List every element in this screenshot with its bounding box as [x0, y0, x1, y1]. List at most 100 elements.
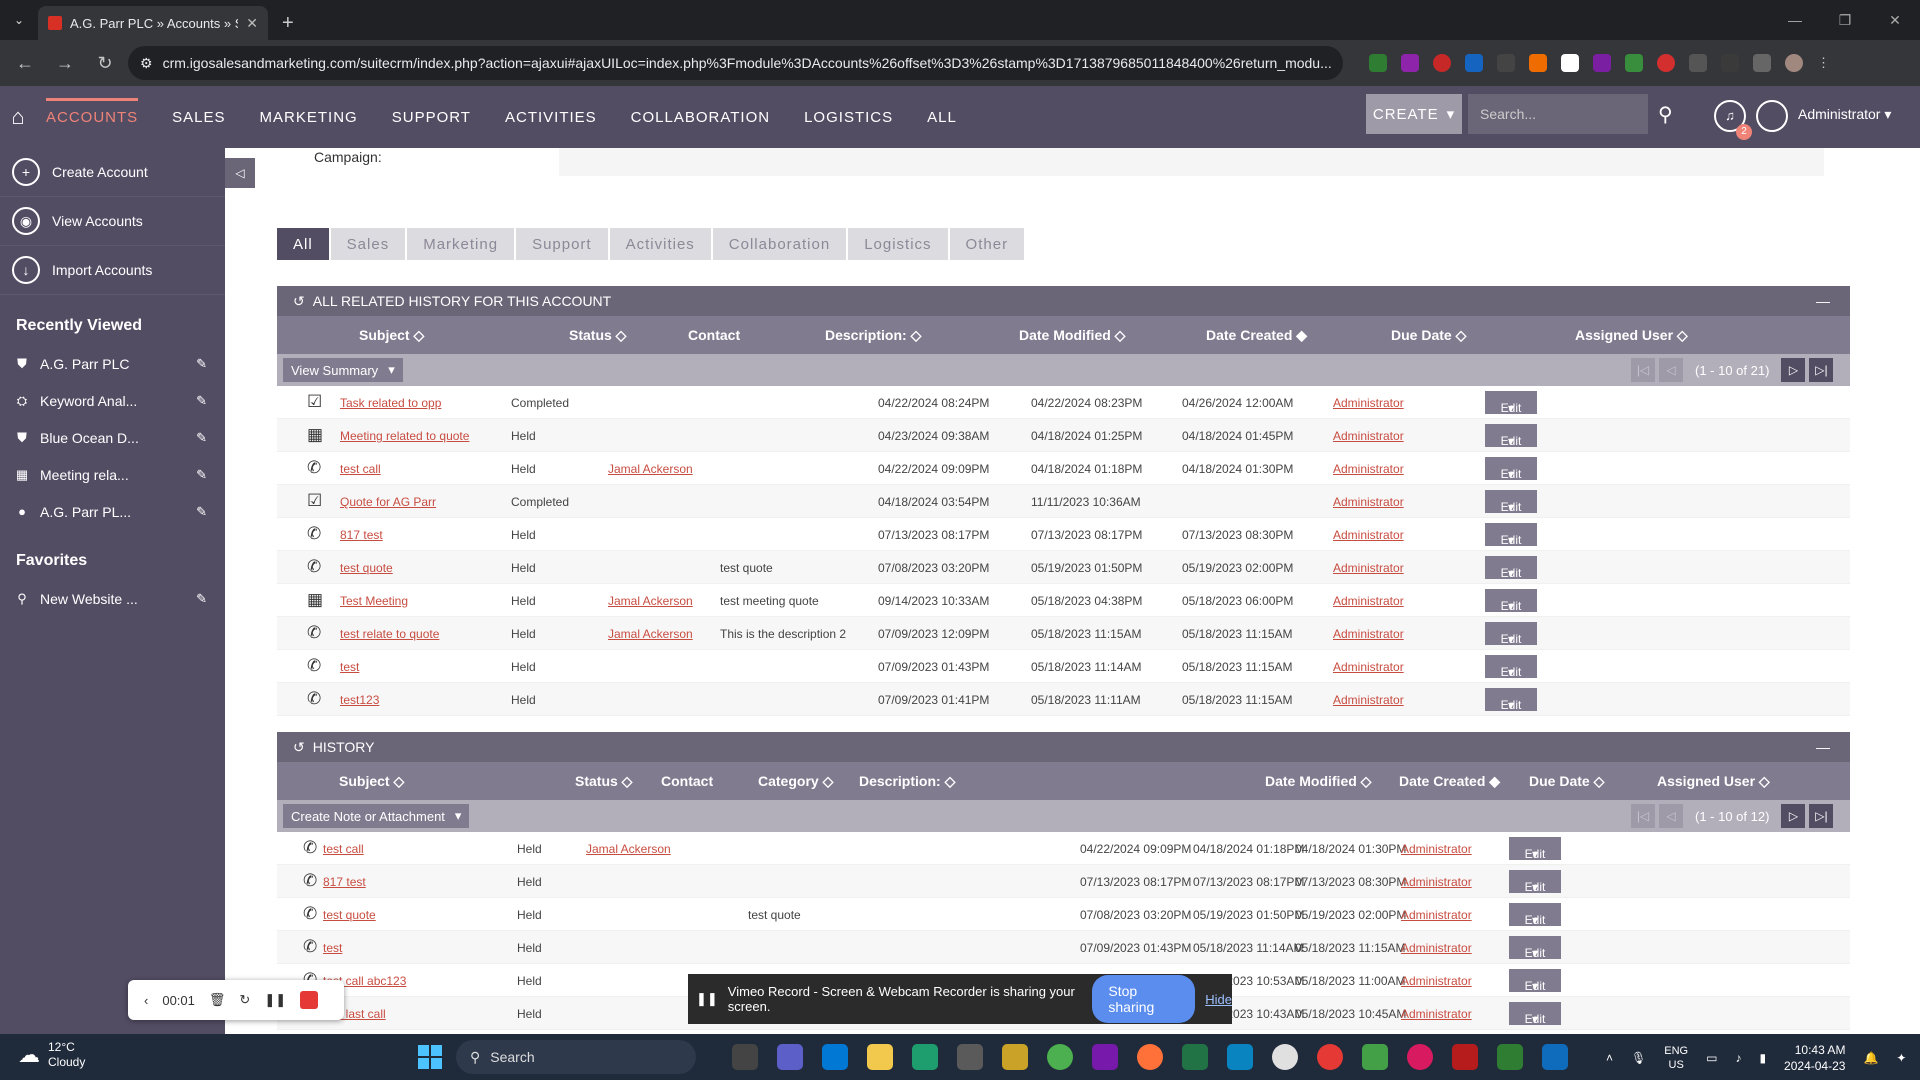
edit-button[interactable]: Edit ▾: [1485, 688, 1537, 712]
nav-all[interactable]: ALL: [927, 109, 957, 126]
col-assigned-user[interactable]: Assigned User ◇: [1575, 327, 1688, 344]
assigned-user-link[interactable]: Administrator: [1333, 396, 1404, 410]
subtab-all[interactable]: All: [277, 228, 329, 260]
subject-link[interactable]: test quote: [340, 561, 393, 575]
nav-accounts[interactable]: ACCOUNTS: [46, 97, 139, 126]
subject-link[interactable]: test: [340, 660, 359, 674]
stop-sharing-button[interactable]: Stop sharing: [1092, 975, 1196, 1023]
folder-icon[interactable]: [1002, 1044, 1028, 1070]
extension-icon[interactable]: [1401, 54, 1419, 72]
media-icon[interactable]: [957, 1044, 983, 1070]
language-indicator[interactable]: ENG US: [1664, 1044, 1688, 1072]
network-icon[interactable]: ▭: [1706, 1051, 1717, 1065]
subject-link[interactable]: test123: [340, 693, 379, 707]
contact-link[interactable]: Jamal Ackerson: [608, 594, 693, 608]
recent-item[interactable]: ⛊ A.G. Parr PLC ✎: [0, 345, 225, 382]
pencil-icon[interactable]: ✎: [196, 591, 207, 607]
search-input[interactable]: Search...: [1468, 94, 1648, 134]
pencil-icon[interactable]: ✎: [196, 467, 207, 483]
sidebar-import-accounts[interactable]: ↓ Import Accounts: [0, 246, 225, 295]
outlook-icon[interactable]: [1542, 1044, 1568, 1070]
task-view-icon[interactable]: [732, 1044, 758, 1070]
tab-search-button[interactable]: ⌄: [0, 0, 38, 40]
subtab-collaboration[interactable]: Collaboration: [712, 228, 847, 260]
subject-link[interactable]: Quote for AG Parr: [340, 495, 436, 509]
pencil-icon[interactable]: ✎: [196, 356, 207, 372]
subject-link[interactable]: Meeting related to quote: [340, 429, 469, 443]
hide-button[interactable]: Hide: [1205, 992, 1232, 1007]
ea-icon[interactable]: [1317, 1044, 1343, 1070]
new-tab-button[interactable]: +: [268, 6, 308, 40]
assigned-user-link[interactable]: Administrator: [1333, 429, 1404, 443]
col-assigned-user[interactable]: Assigned User ◇: [1657, 773, 1770, 790]
col-due-date[interactable]: Due Date ◇: [1529, 773, 1604, 790]
subtab-marketing[interactable]: Marketing: [407, 228, 515, 260]
col-date-created[interactable]: Date Created ◆: [1206, 327, 1307, 344]
contact-link[interactable]: Jamal Ackerson: [608, 462, 693, 476]
next-page-button[interactable]: ▷: [1781, 804, 1806, 828]
contact-link[interactable]: Jamal Ackerson: [586, 842, 671, 856]
profile-avatar[interactable]: [1785, 54, 1803, 72]
sidebar-collapse-button[interactable]: ◁: [225, 158, 255, 188]
address-bar[interactable]: ⚙ crm.igosalesandmarketing.com/suitecrm/…: [128, 46, 1343, 80]
subject-link[interactable]: test quote: [323, 908, 376, 922]
home-icon[interactable]: ⌂: [0, 86, 36, 148]
view-summary-button[interactable]: View Summary ▾: [283, 358, 403, 382]
subject-link[interactable]: test call: [340, 462, 381, 476]
edit-button[interactable]: Edit ▾: [1509, 936, 1561, 960]
next-page-button[interactable]: ▷: [1781, 358, 1806, 382]
edit-button[interactable]: Edit ▾: [1485, 556, 1537, 580]
minimize-button[interactable]: —: [1770, 12, 1820, 28]
extension-icon[interactable]: [1433, 54, 1451, 72]
pencil-icon[interactable]: ✎: [196, 430, 207, 446]
col-category[interactable]: Category ◇: [758, 773, 833, 790]
extension-icon[interactable]: [1561, 54, 1579, 72]
assigned-user-link[interactable]: Administrator: [1333, 660, 1404, 674]
col-date-modified[interactable]: Date Modified ◇: [1265, 773, 1371, 790]
extension-icon[interactable]: [1497, 54, 1515, 72]
extension-icon[interactable]: [1369, 54, 1387, 72]
edit-button[interactable]: Edit ▾: [1485, 457, 1537, 481]
chevron-up-icon[interactable]: ˄: [1606, 1051, 1613, 1065]
assigned-user-link[interactable]: Administrator: [1333, 693, 1404, 707]
col-subject[interactable]: Subject ◇: [359, 327, 424, 344]
edit-button[interactable]: Edit ▾: [1509, 870, 1561, 894]
search-icon[interactable]: ⚲: [1658, 102, 1673, 127]
nav-activities[interactable]: ACTIVITIES: [505, 109, 597, 126]
pause-icon[interactable]: ❚❚: [264, 992, 286, 1008]
browser-tab[interactable]: A.G. Parr PLC » Accounts » Sui ✕: [38, 6, 268, 40]
edit-button[interactable]: Edit ▾: [1485, 490, 1537, 514]
firefox-icon[interactable]: [1137, 1044, 1163, 1070]
subject-link[interactable]: Test Meeting: [340, 594, 408, 608]
assigned-user-link[interactable]: Administrator: [1401, 908, 1472, 922]
assigned-user-link[interactable]: Administrator: [1401, 1007, 1472, 1021]
user-menu[interactable]: Administrator ▾: [1798, 106, 1891, 123]
volume-icon[interactable]: ♪: [1735, 1051, 1741, 1065]
assigned-user-link[interactable]: Administrator: [1333, 594, 1404, 608]
assigned-user-link[interactable]: Administrator: [1333, 495, 1404, 509]
restart-icon[interactable]: ↻: [239, 992, 250, 1008]
panel-header[interactable]: ↺ ALL RELATED HISTORY FOR THIS ACCOUNT —: [277, 286, 1850, 316]
stop-recording-button[interactable]: [300, 991, 319, 1009]
edit-button[interactable]: Edit ▾: [1485, 589, 1537, 613]
assigned-user-link[interactable]: Administrator: [1333, 627, 1404, 641]
favorite-item[interactable]: ⚲ New Website ... ✎: [0, 580, 225, 617]
extension-icon[interactable]: [1529, 54, 1547, 72]
site-info-icon[interactable]: ⚙: [140, 55, 153, 72]
col-status[interactable]: Status ◇: [575, 773, 632, 790]
edit-button[interactable]: Edit ▾: [1485, 655, 1537, 679]
edit-button[interactable]: Edit ▾: [1509, 969, 1561, 993]
extension-icon[interactable]: [1657, 54, 1675, 72]
excel-icon[interactable]: [1182, 1044, 1208, 1070]
forward-button[interactable]: →: [48, 53, 82, 74]
game-icon[interactable]: [1362, 1044, 1388, 1070]
nav-support[interactable]: SUPPORT: [392, 109, 471, 126]
subject-link[interactable]: test relate to quote: [340, 627, 439, 641]
subtab-logistics[interactable]: Logistics: [848, 228, 948, 260]
extension-icon[interactable]: [1593, 54, 1611, 72]
filezilla-icon[interactable]: [1452, 1044, 1478, 1070]
col-date-modified[interactable]: Date Modified ◇: [1019, 327, 1125, 344]
contact-link[interactable]: Jamal Ackerson: [608, 627, 693, 641]
pencil-icon[interactable]: ✎: [196, 393, 207, 409]
prev-page-button[interactable]: ◁: [1659, 358, 1683, 382]
